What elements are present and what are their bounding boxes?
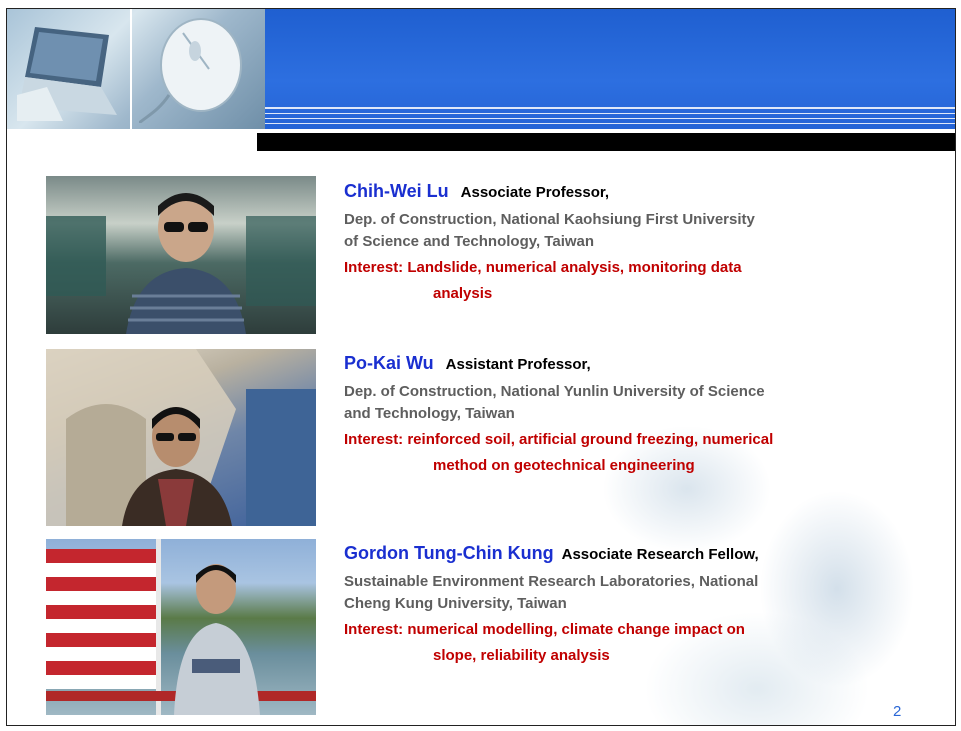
interest-continuation: slope, reliability analysis: [433, 647, 610, 664]
interest-continuation: analysis: [433, 285, 493, 302]
interest-line: Interest: Landslide, numerical analysis,…: [344, 259, 742, 276]
person-portrait-2: [46, 349, 316, 526]
photo-po-kai-wu: [46, 349, 316, 526]
computer-mouse-icon: [139, 18, 242, 123]
person-portrait-3: [46, 539, 316, 715]
person-entry-2: Po-Kai Wu Assistant Professor, Dep. of Co…: [344, 349, 944, 477]
photo-chih-wei-lu: [46, 176, 316, 334]
banner-black-bar: [257, 133, 955, 151]
department-line: Dep. of Construction, National Kaohsiung…: [344, 211, 755, 228]
page-number: 2: [893, 703, 902, 720]
person-entry-1: Chih-Wei Lu Associate Professor, Dep. of …: [344, 177, 944, 305]
person-portrait-1: [46, 193, 316, 334]
person-title: Assistant Professor,: [445, 356, 591, 373]
header-banner: [7, 9, 955, 151]
department-line: of Science and Technology, Taiwan: [344, 233, 595, 250]
person-entry-3: Gordon Tung-Chin Kung Associate Research …: [344, 539, 944, 667]
slide: Chih-Wei Lu Associate Professor, Dep. of …: [6, 8, 956, 726]
department-line: and Technology, Taiwan: [344, 405, 515, 422]
interest-line: Interest: reinforced soil, artificial gr…: [344, 431, 774, 448]
flag: [46, 549, 156, 689]
department-line: Cheng Kung University, Taiwan: [344, 595, 567, 612]
name-line: Gordon Tung-Chin Kung Associate Research …: [344, 539, 944, 569]
name-line: Po-Kai Wu Assistant Professor,: [344, 349, 944, 379]
name-line: Chih-Wei Lu Associate Professor,: [344, 177, 944, 207]
person-title: Associate Professor,: [460, 184, 610, 201]
banner-stripes: [257, 105, 955, 129]
person-name: Po-Kai Wu: [344, 353, 434, 373]
banner-photo: [7, 9, 265, 129]
interest-line: Interest: numerical modelling, climate c…: [344, 621, 745, 638]
department-line: Dep. of Construction, National Yunlin Un…: [344, 383, 765, 400]
department-line: Sustainable Environment Research Laborat…: [344, 573, 759, 590]
person-name: Gordon Tung-Chin Kung: [344, 543, 554, 563]
person-name: Chih-Wei Lu: [344, 181, 449, 201]
photo-gordon-tung-chin-kung: [46, 539, 316, 715]
interest-continuation: method on geotechnical engineering: [433, 457, 695, 474]
banner-photo-divider: [130, 9, 132, 129]
laptop-icon: [17, 27, 117, 121]
person-title: Associate Research Fellow,: [561, 546, 759, 563]
